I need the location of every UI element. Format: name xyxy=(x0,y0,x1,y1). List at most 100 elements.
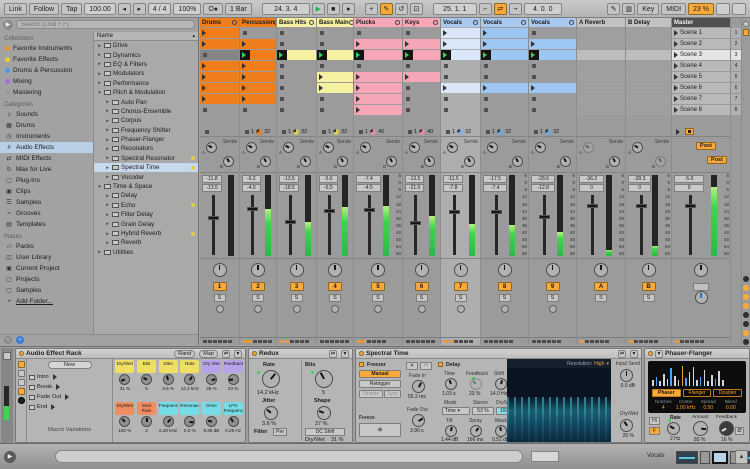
scene-number[interactable]: 8 xyxy=(731,105,741,115)
collection-item[interactable]: Favorite Effects xyxy=(0,54,93,65)
f-button[interactable]: F xyxy=(649,427,660,435)
clip-playing-icon[interactable] xyxy=(317,50,327,60)
arm-button[interactable] xyxy=(254,304,262,313)
macro-knob[interactable] xyxy=(140,374,152,385)
clip-slot[interactable] xyxy=(481,105,528,115)
quantization-menu[interactable]: 1 Bar xyxy=(225,2,252,15)
clip-launch-icon[interactable] xyxy=(356,74,360,80)
clip-slot[interactable] xyxy=(529,50,576,60)
unfold-icon[interactable] xyxy=(569,20,574,25)
automation-arm-button[interactable]: ✎ xyxy=(379,2,393,15)
macro-variation-row[interactable]: Intro xyxy=(29,372,110,382)
clip-slot[interactable] xyxy=(529,83,576,93)
track-activator-button[interactable]: 2 xyxy=(251,282,265,291)
freezer-onsets-button[interactable]: Onsets xyxy=(359,390,383,398)
unfold-icon[interactable] xyxy=(274,20,276,25)
clip-slot[interactable] xyxy=(481,83,528,93)
follow-button[interactable]: Follow xyxy=(28,2,60,15)
clip-stop-icon[interactable] xyxy=(406,64,410,68)
expand-arrow-icon[interactable]: ▸ xyxy=(97,43,102,49)
clip-stop-icon[interactable] xyxy=(320,31,324,35)
arm-button[interactable] xyxy=(548,304,557,313)
jitter-knob[interactable] xyxy=(264,406,278,420)
send-a-knob[interactable] xyxy=(246,142,257,153)
clip-slot[interactable] xyxy=(277,50,316,60)
stop-all-clips-button[interactable] xyxy=(685,128,694,135)
scene-number[interactable]: 2 xyxy=(731,39,741,49)
clip-stop-icon[interactable] xyxy=(406,108,410,112)
rand-button[interactable]: Rand xyxy=(174,349,196,358)
expand-arrow-icon[interactable]: ▸ xyxy=(105,193,110,199)
jitter-value[interactable]: 3.6 % xyxy=(262,421,276,427)
volume-value[interactable]: 0 xyxy=(579,184,604,192)
clip-slot[interactable] xyxy=(441,50,480,60)
cpu-meter[interactable]: 23 % xyxy=(688,2,714,15)
track-activator-button[interactable]: 6 xyxy=(414,282,429,291)
sidebar-item-max-for-live[interactable]: ↻ Max for Live xyxy=(0,164,93,175)
tree-item[interactable]: ▸ Frequency Shifter xyxy=(94,126,198,135)
feedback-value[interactable]: 23 % xyxy=(469,391,480,397)
preview-icon[interactable]: ▶ xyxy=(3,19,13,30)
send-a-knob[interactable] xyxy=(583,142,594,153)
send-b-knob[interactable] xyxy=(464,156,475,167)
place-item[interactable]: ▣ Current Project xyxy=(0,263,93,274)
tree-item[interactable]: ▾ Time & Space xyxy=(94,182,198,191)
clip-launch-icon[interactable] xyxy=(202,41,206,47)
bits-knob[interactable] xyxy=(315,370,333,388)
rack-title-bar[interactable]: Audio Effect Rack Rand Map ⇄ ▼ xyxy=(16,349,245,359)
tree-item[interactable]: ▸ Utilities xyxy=(94,248,198,257)
clip-stop-icon[interactable] xyxy=(320,108,324,112)
clip-launch-icon[interactable] xyxy=(405,74,409,80)
clip-slot[interactable] xyxy=(240,83,276,93)
fader-handle[interactable] xyxy=(207,215,219,220)
clip-slot[interactable] xyxy=(277,94,316,104)
metronome-button[interactable]: O● xyxy=(203,2,224,15)
macro-knob[interactable] xyxy=(184,416,196,427)
arm-button[interactable] xyxy=(417,304,426,313)
track-activator-button[interactable]: A xyxy=(594,282,608,291)
send-a-knob[interactable] xyxy=(206,142,217,153)
clip-slot[interactable] xyxy=(441,28,480,38)
variation-launch-icon[interactable] xyxy=(51,404,56,410)
volume-value[interactable]: -7.4 xyxy=(483,184,508,192)
send-a-knob[interactable] xyxy=(447,142,458,153)
clip-stop-icon[interactable] xyxy=(484,75,488,79)
clip-stop-icon[interactable] xyxy=(320,97,324,101)
key-map-button[interactable]: Key xyxy=(637,2,660,15)
send-a-knob[interactable] xyxy=(283,142,294,153)
preview-play-icon[interactable]: ▶ xyxy=(4,451,16,463)
feedback-knob[interactable] xyxy=(719,421,734,436)
clip-slot[interactable] xyxy=(354,28,402,38)
macro-knob[interactable] xyxy=(227,374,239,385)
scene-slot[interactable]: Scene 1 xyxy=(672,28,730,38)
tree-item[interactable]: ▾ Pitch & Modulation xyxy=(94,88,198,97)
clip-stop-icon[interactable] xyxy=(406,86,410,90)
clip-stop-button[interactable] xyxy=(446,129,450,134)
clip-device-toggle-icon[interactable] xyxy=(3,352,11,360)
clip-slot[interactable] xyxy=(277,83,316,93)
tree-item[interactable]: ▸ Dynamics xyxy=(94,50,198,59)
send-b-knob[interactable] xyxy=(300,156,311,167)
clip-slot[interactable] xyxy=(529,39,576,49)
track-activator-button[interactable]: 7 xyxy=(453,282,468,291)
search-input[interactable] xyxy=(16,20,195,29)
place-item[interactable]: ▱ Packs xyxy=(0,241,93,252)
pan-knob[interactable] xyxy=(545,263,560,277)
clip-slot[interactable] xyxy=(403,39,440,49)
redux-title-bar[interactable]: Redux ⇄ ▼ xyxy=(249,349,352,359)
send-b-knob[interactable] xyxy=(223,156,234,167)
show-devices-icon[interactable] xyxy=(17,370,25,377)
global-drywet-knob[interactable] xyxy=(620,419,633,432)
macro-value[interactable]: 0.28 Hz xyxy=(225,428,241,433)
shift-knob[interactable] xyxy=(495,378,507,390)
macro-knob[interactable] xyxy=(140,416,152,427)
pan-knob[interactable] xyxy=(453,263,468,277)
scene-slot[interactable]: Scene 7 xyxy=(672,94,730,104)
fader-handle[interactable] xyxy=(284,219,296,224)
rate-value[interactable]: 2 Hz xyxy=(670,436,680,442)
clip-slot[interactable] xyxy=(529,94,576,104)
pan-knob[interactable] xyxy=(371,263,385,277)
clip-slot[interactable] xyxy=(403,94,440,104)
clip-slot[interactable] xyxy=(529,61,576,71)
shape-value[interactable]: 27 % xyxy=(315,421,328,427)
